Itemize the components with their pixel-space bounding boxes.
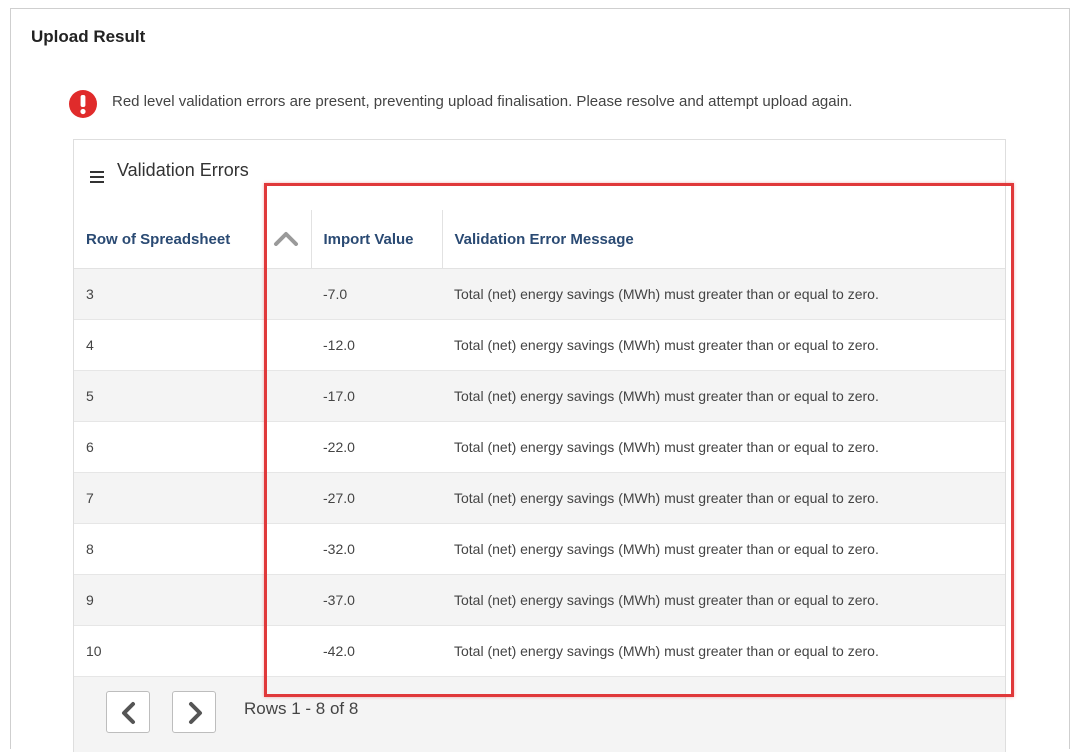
cell-error-message: Total (net) energy savings (MWh) must gr…: [442, 625, 1005, 677]
column-header-label: Row of Spreadsheet: [86, 230, 231, 248]
column-header-row-of-spreadsheet[interactable]: Row of Spreadsheet: [74, 210, 312, 269]
cell-row: 8: [74, 523, 311, 575]
cell-error-message: Total (net) energy savings (MWh) must gr…: [442, 523, 1005, 575]
table-row: 7 -27.0 Total (net) energy savings (MWh)…: [74, 472, 1005, 524]
cell-import-value: -22.0: [311, 421, 442, 473]
column-header-import-value[interactable]: Import Value: [311, 210, 443, 269]
cell-import-value: -27.0: [311, 472, 442, 524]
table-row: 4 -12.0 Total (net) energy savings (MWh)…: [74, 319, 1005, 371]
cell-row: 7: [74, 472, 311, 524]
cell-row: 3: [74, 268, 311, 320]
cell-row: 4: [74, 319, 311, 371]
column-header-validation-error-message[interactable]: Validation Error Message: [442, 210, 1005, 269]
validation-errors-table: Row of Spreadsheet Import Value Validati…: [74, 210, 1005, 677]
table-row: 9 -37.0 Total (net) energy savings (MWh)…: [74, 574, 1005, 626]
card-title: Validation Errors: [117, 160, 249, 180]
chevron-left-icon: [122, 702, 135, 724]
card-header: Validation Errors: [74, 140, 1005, 206]
table-row: 6 -22.0 Total (net) energy savings (MWh)…: [74, 421, 1005, 473]
table-row: 5 -17.0 Total (net) energy savings (MWh)…: [74, 370, 1005, 422]
cell-error-message: Total (net) energy savings (MWh) must gr…: [442, 421, 1005, 473]
table-row: 10 -42.0 Total (net) energy savings (MWh…: [74, 625, 1005, 677]
chevron-right-icon: [189, 702, 202, 724]
column-header-label: Import Value: [323, 230, 414, 248]
validation-errors-card: Validation Errors Row of Spreadsheet Imp…: [73, 139, 1006, 752]
rows-info: Rows 1 - 8 of 8: [244, 699, 359, 718]
cell-row: 6: [74, 421, 311, 473]
cell-import-value: -42.0: [311, 625, 442, 677]
table-row: 3 -7.0 Total (net) energy savings (MWh) …: [74, 268, 1005, 320]
alert-message: Red level validation errors are present,…: [112, 93, 853, 110]
table-header-row: Row of Spreadsheet Import Value Validati…: [74, 210, 1005, 269]
exclamation-circle-icon: [68, 89, 98, 119]
chevron-up-icon[interactable]: [273, 230, 299, 246]
cell-row: 10: [74, 625, 311, 677]
panel-title: Upload Result: [31, 27, 146, 46]
hamburger-icon[interactable]: [90, 170, 104, 183]
cell-error-message: Total (net) energy savings (MWh) must gr…: [442, 574, 1005, 626]
column-header-label: Validation Error Message: [454, 230, 634, 248]
upload-result-panel: Upload Result Red level validation error…: [10, 8, 1070, 752]
cell-row: 5: [74, 370, 311, 422]
previous-page-button[interactable]: [106, 691, 150, 733]
cell-row: 9: [74, 574, 311, 626]
cell-error-message: Total (net) energy savings (MWh) must gr…: [442, 319, 1005, 371]
cell-import-value: -17.0: [311, 370, 442, 422]
cell-import-value: -37.0: [311, 574, 442, 626]
cell-error-message: Total (net) energy savings (MWh) must gr…: [442, 370, 1005, 422]
pagination-bar: Rows 1 - 8 of 8: [74, 677, 1005, 752]
next-page-button[interactable]: [172, 691, 216, 733]
cell-import-value: -32.0: [311, 523, 442, 575]
cell-error-message: Total (net) energy savings (MWh) must gr…: [442, 472, 1005, 524]
cell-import-value: -12.0: [311, 319, 442, 371]
cell-error-message: Total (net) energy savings (MWh) must gr…: [442, 268, 1005, 320]
table-row: 8 -32.0 Total (net) energy savings (MWh)…: [74, 523, 1005, 575]
cell-import-value: -7.0: [311, 268, 442, 320]
